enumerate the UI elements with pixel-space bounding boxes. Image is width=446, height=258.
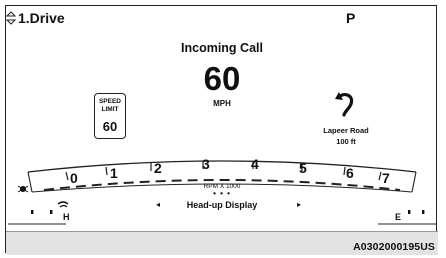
speed-value: 60 bbox=[203, 60, 241, 97]
fuel-tick-right-2 bbox=[422, 210, 425, 214]
speed-limit-sign: SPEED LIMIT 60 bbox=[94, 93, 126, 139]
speed-limit-value: 60 bbox=[102, 119, 118, 134]
up-down-arrows-icon[interactable] bbox=[6, 11, 16, 25]
speed-unit: MPH bbox=[213, 99, 231, 108]
cluster-display: 1.Drive P Incoming Call 60 MPH SPEED LIM… bbox=[6, 6, 438, 230]
tach-tick-5: 5 bbox=[299, 160, 307, 176]
fuel-tick-right-1 bbox=[408, 210, 411, 214]
instrument-cluster-frame: 1.Drive P Incoming Call 60 MPH SPEED LIM… bbox=[5, 5, 438, 255]
tach-tick-2: 2 bbox=[154, 160, 162, 176]
gear-indicator: P bbox=[346, 10, 356, 26]
figure-code: A0302000195US bbox=[353, 241, 435, 253]
hud-menu-right-arrow-icon[interactable]: ▸ bbox=[297, 200, 301, 209]
hud-menu-label[interactable]: Head-up Display bbox=[6, 200, 438, 210]
fuel-tick-left-2 bbox=[50, 210, 53, 214]
fuel-gauge-high: H bbox=[63, 212, 70, 222]
tach-tick-1: 1 bbox=[110, 165, 118, 181]
tach-tick-3: 3 bbox=[202, 156, 210, 172]
fuel-tick-left-1 bbox=[31, 210, 34, 214]
nav-distance: 100 ft bbox=[336, 137, 356, 146]
tach-tick-4: 4 bbox=[251, 156, 259, 172]
tach-tick-6: 6 bbox=[346, 165, 354, 181]
speed-limit-line2: LIMIT bbox=[101, 106, 119, 113]
fuel-gauge-low: E bbox=[395, 212, 402, 222]
turn-around-left-arrow-icon bbox=[335, 92, 354, 117]
speed-limit-line1: SPEED bbox=[98, 98, 122, 105]
lower-band: A0302000195US bbox=[6, 231, 438, 255]
page-indicator-dots: • • • bbox=[213, 189, 231, 198]
tach-outer-arc bbox=[27, 160, 417, 173]
incoming-call-title: Incoming Call bbox=[181, 41, 263, 55]
drive-mode-label[interactable]: 1.Drive bbox=[18, 10, 65, 26]
nav-road-name: Lapeer Road bbox=[323, 126, 369, 135]
